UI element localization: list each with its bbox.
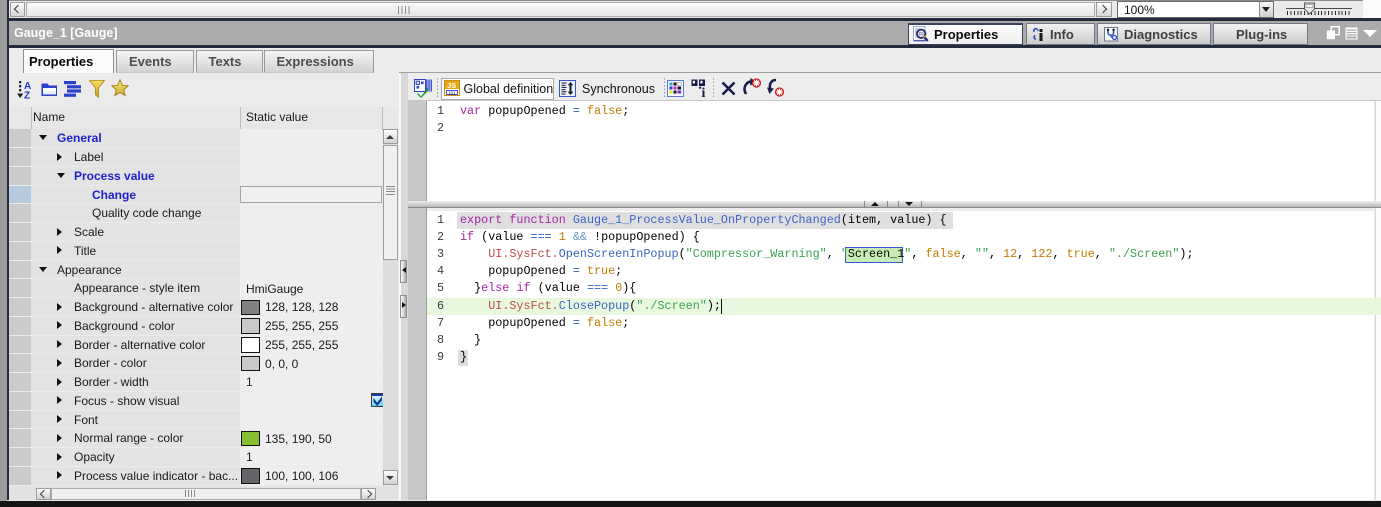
svg-text:101: 101 (448, 90, 456, 95)
svg-text:JS: JS (447, 81, 456, 90)
svg-text:Z: Z (24, 91, 30, 100)
svg-text:i: i (701, 86, 705, 98)
